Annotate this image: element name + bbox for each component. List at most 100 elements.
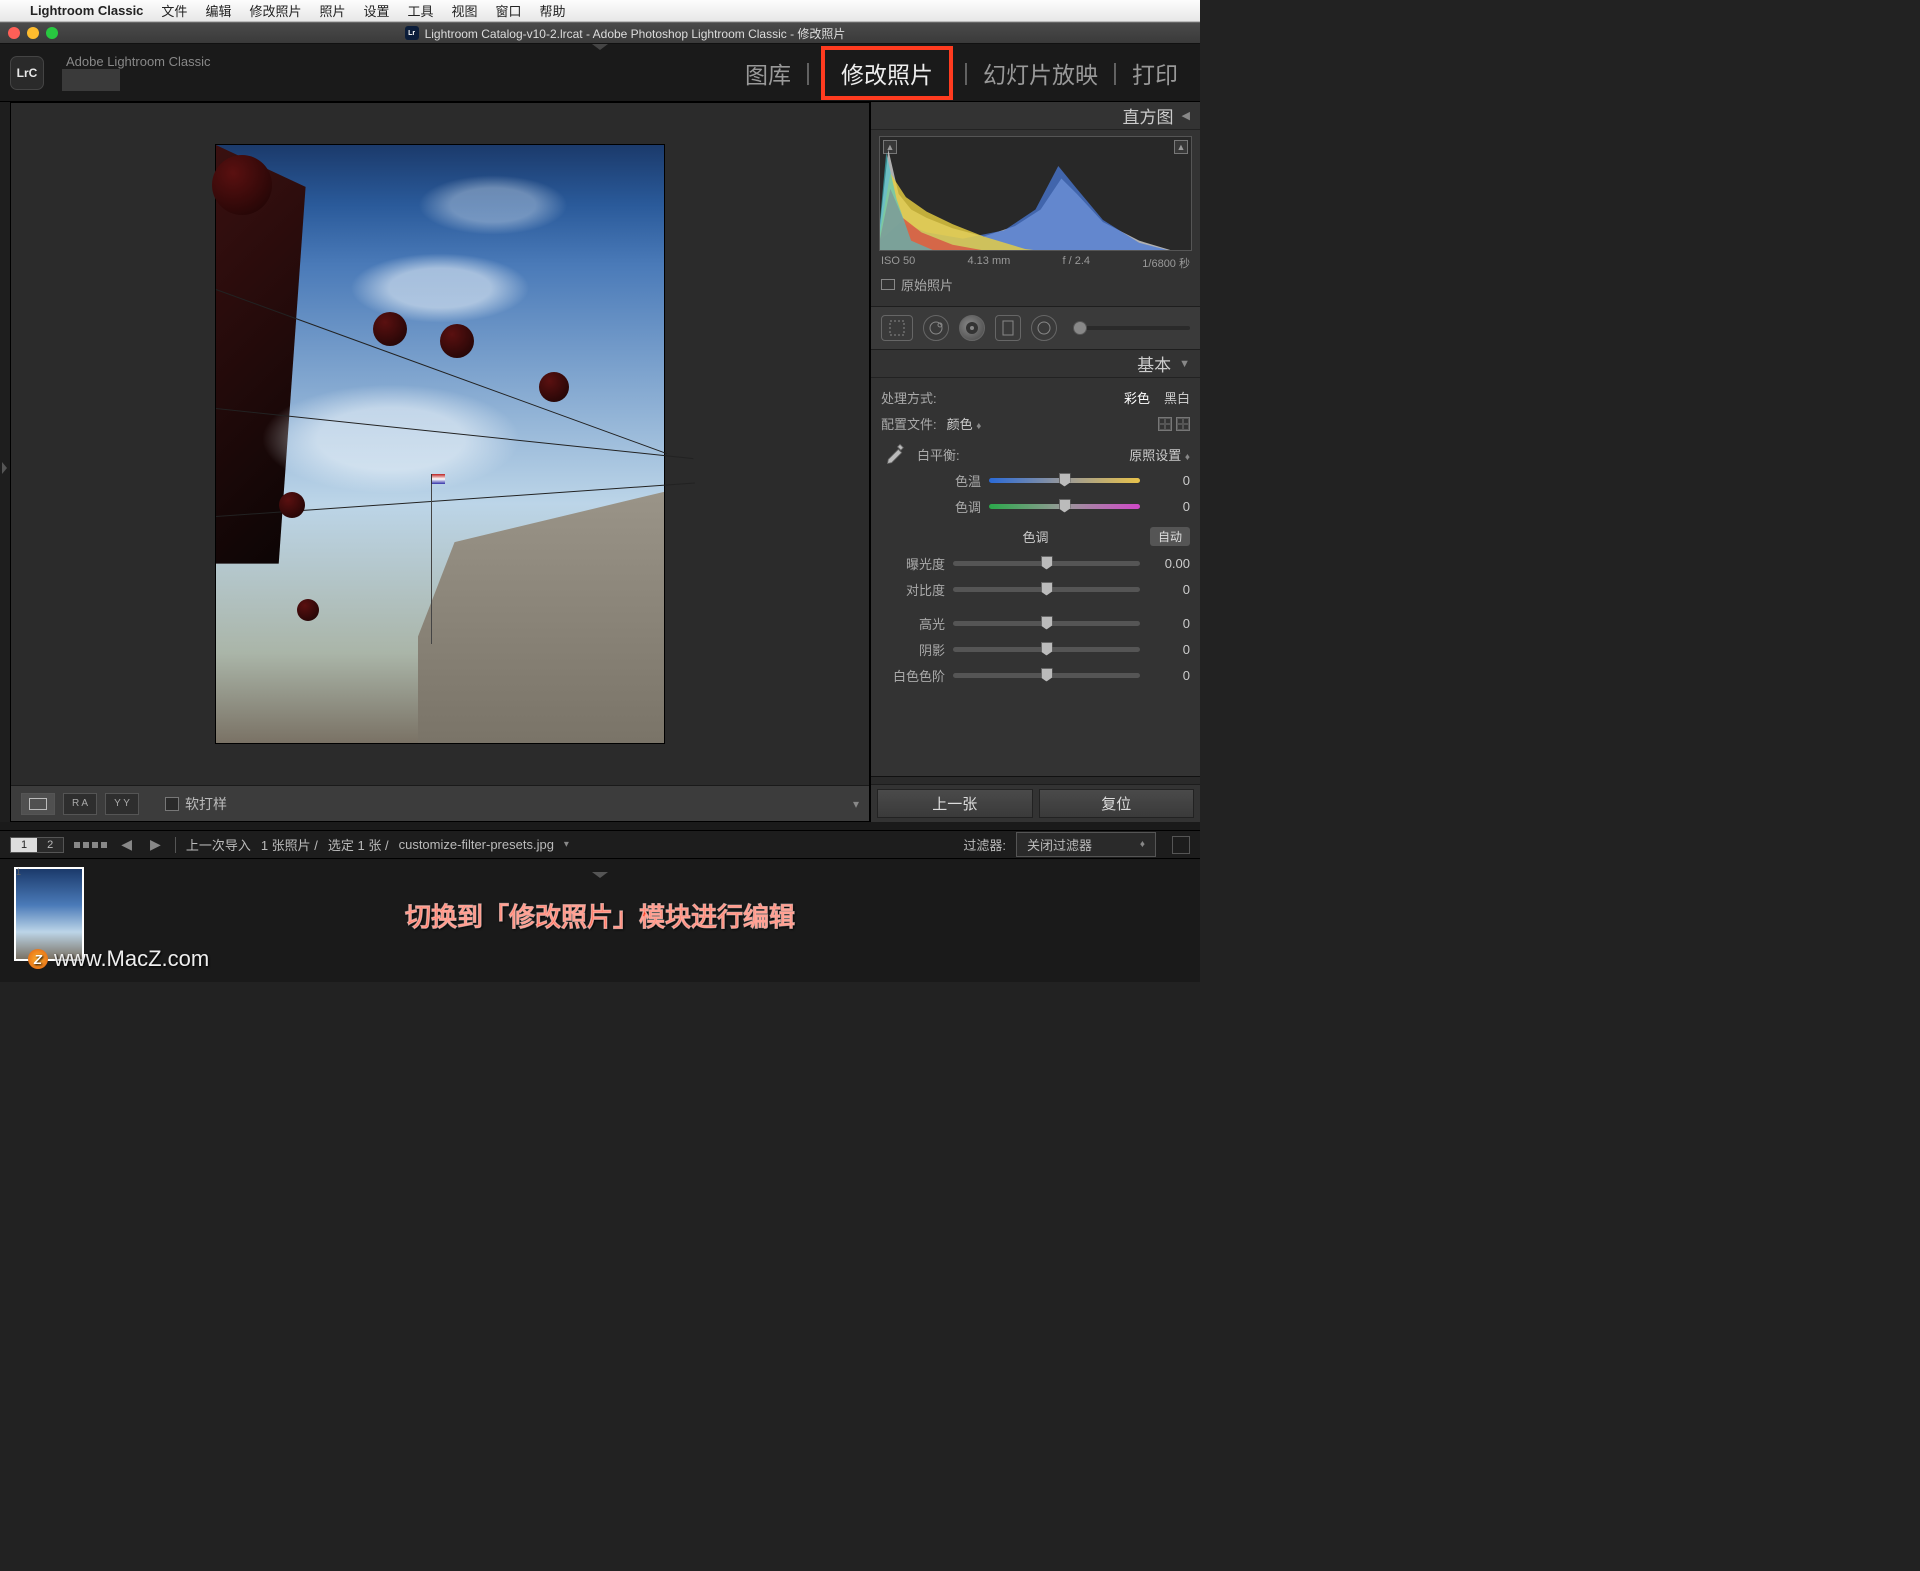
highlights-slider[interactable] xyxy=(953,621,1140,626)
temp-slider[interactable] xyxy=(989,478,1140,483)
nav-forward-icon[interactable]: ▶ xyxy=(146,836,165,853)
module-develop[interactable]: 修改照片 xyxy=(837,58,937,92)
gradient-tool-icon[interactable] xyxy=(995,315,1021,341)
collapse-filmstrip-icon[interactable] xyxy=(592,872,608,878)
count-label: 1 张照片 / xyxy=(261,835,318,854)
view-before-after-ra[interactable]: R A xyxy=(63,793,97,815)
shadows-label: 阴影 xyxy=(881,640,945,659)
filter-dropdown[interactable]: 关闭过滤器♦ xyxy=(1016,832,1156,857)
menu-file[interactable]: 文件 xyxy=(161,1,187,20)
identity-plate[interactable] xyxy=(62,69,120,91)
filter-lock-icon[interactable] xyxy=(1172,836,1190,854)
histogram-meta: ISO 50 4.13 mm f / 2.4 1/6800 秒 xyxy=(879,251,1192,273)
meta-shutter: 1/6800 秒 xyxy=(1142,255,1190,271)
module-library[interactable]: 图库 xyxy=(741,52,795,94)
spot-tool-icon[interactable] xyxy=(923,315,949,341)
close-icon[interactable] xyxy=(8,27,20,39)
expand-left-icon[interactable] xyxy=(2,462,7,474)
whites-label: 白色色阶 xyxy=(881,666,945,685)
photo-preview[interactable] xyxy=(215,144,665,744)
radial-tool-icon[interactable] xyxy=(1031,315,1057,341)
filmstrip-infobar: 1 2 ◀ ▶ 上一次导入 1 张照片 / 选定 1 张 / customize… xyxy=(0,830,1200,858)
app-window: Lr Lightroom Catalog-v10-2.lrcat - Adobe… xyxy=(0,22,1200,982)
main-area: R A Y Y 软打样 ▾ 直方图 ◀ ▲ ▲ xyxy=(0,102,1200,822)
app-name-label: Adobe Lightroom Classic xyxy=(66,54,211,69)
profile-grid-icon-2[interactable] xyxy=(1176,417,1190,431)
watermark-logo-icon: Z xyxy=(28,949,48,969)
softproof-toggle[interactable]: 软打样 xyxy=(165,794,227,814)
menu-tools[interactable]: 工具 xyxy=(408,1,434,20)
original-checkbox-icon[interactable] xyxy=(881,279,895,290)
menu-view[interactable]: 视图 xyxy=(452,1,478,20)
annotation-caption: 切换到「修改照片」模块进行编辑 xyxy=(405,897,795,934)
profile-grid-icon[interactable] xyxy=(1158,417,1172,431)
panel-collapse-icon[interactable]: ◀ xyxy=(1182,109,1190,122)
lrc-logo-icon: LrC xyxy=(10,56,44,90)
contrast-slider[interactable] xyxy=(953,587,1140,592)
menu-photo[interactable]: 照片 xyxy=(319,1,345,20)
checkbox-icon[interactable] xyxy=(165,797,179,811)
display-segment[interactable]: 1 2 xyxy=(10,837,64,853)
exposure-label: 曝光度 xyxy=(881,554,945,573)
view-loupe-button[interactable] xyxy=(21,793,55,815)
redeye-tool-icon[interactable] xyxy=(959,315,985,341)
right-panel: 直方图 ◀ ▲ ▲ ISO 50 4.13 mm xyxy=(870,102,1200,822)
module-develop-highlight: 修改照片 xyxy=(821,46,953,100)
nav-back-icon[interactable]: ◀ xyxy=(117,836,136,853)
basic-title: 基本 xyxy=(1137,351,1171,376)
wb-dropdown[interactable]: 原照设置 ♦ xyxy=(1129,445,1190,464)
menu-help[interactable]: 帮助 xyxy=(540,1,566,20)
watermark: Z www.MacZ.com xyxy=(28,946,209,972)
temp-value[interactable]: 0 xyxy=(1148,473,1190,488)
display-1[interactable]: 1 xyxy=(11,838,37,852)
previous-button[interactable]: 上一张 xyxy=(877,789,1033,818)
tint-value[interactable]: 0 xyxy=(1148,499,1190,514)
menu-settings[interactable]: 设置 xyxy=(363,1,389,20)
display-2[interactable]: 2 xyxy=(37,838,63,852)
exposure-slider[interactable] xyxy=(953,561,1140,566)
reset-button[interactable]: 复位 xyxy=(1039,789,1195,818)
whites-value[interactable]: 0 xyxy=(1148,668,1190,683)
shadows-value[interactable]: 0 xyxy=(1148,642,1190,657)
menu-develop[interactable]: 修改照片 xyxy=(249,1,301,20)
source-label[interactable]: 上一次导入 xyxy=(186,835,251,854)
module-slideshow[interactable]: 幻灯片放映 xyxy=(979,52,1102,94)
treatment-color[interactable]: 彩色 xyxy=(1124,388,1150,407)
tone-section-title: 色调 xyxy=(1022,527,1048,546)
view-before-after-yy[interactable]: Y Y xyxy=(105,793,139,815)
toolbar-menu-icon[interactable]: ▾ xyxy=(853,797,859,811)
whites-slider[interactable] xyxy=(953,673,1140,678)
tint-slider[interactable] xyxy=(989,504,1140,509)
window-title: Lightroom Catalog-v10-2.lrcat - Adobe Ph… xyxy=(425,25,846,42)
panel-collapse-icon[interactable]: ▼ xyxy=(1179,358,1190,370)
contrast-value[interactable]: 0 xyxy=(1148,582,1190,597)
basic-panel: 处理方式: 彩色 黑白 配置文件: 颜色 ♦ xyxy=(871,378,1200,776)
basic-panel-header[interactable]: 基本 ▼ xyxy=(871,350,1200,378)
shadows-slider[interactable] xyxy=(953,647,1140,652)
treatment-bw[interactable]: 黑白 xyxy=(1164,388,1190,407)
histogram-panel-header[interactable]: 直方图 ◀ xyxy=(871,102,1200,130)
minimize-icon[interactable] xyxy=(27,27,39,39)
selected-label: 选定 1 张 / xyxy=(328,835,389,854)
titlebar: Lr Lightroom Catalog-v10-2.lrcat - Adobe… xyxy=(0,22,1200,44)
left-panel-collapsed[interactable] xyxy=(0,102,10,822)
fullscreen-icon[interactable] xyxy=(46,27,58,39)
exposure-value[interactable]: 0.00 xyxy=(1148,556,1190,571)
original-photo-toggle[interactable]: 原始照片 xyxy=(879,273,1192,302)
module-header: LrC Adobe Lightroom Classic 图库 | 修改照片 | … xyxy=(0,44,1200,102)
menu-edit[interactable]: 编辑 xyxy=(205,1,231,20)
histogram-chart[interactable]: ▲ ▲ xyxy=(879,136,1192,251)
eyedropper-tool-icon[interactable] xyxy=(881,441,909,485)
collapse-top-icon[interactable] xyxy=(592,44,608,50)
menu-window[interactable]: 窗口 xyxy=(496,1,522,20)
mask-slider[interactable] xyxy=(1073,326,1190,330)
panel-scrollbar[interactable] xyxy=(871,776,1200,784)
profile-dropdown[interactable]: 颜色 ♦ xyxy=(947,414,982,433)
crop-tool-icon[interactable] xyxy=(881,315,913,341)
grid-view-icon[interactable] xyxy=(74,842,107,848)
path-dropdown-icon[interactable]: ▾ xyxy=(564,839,569,850)
module-print[interactable]: 打印 xyxy=(1128,52,1182,94)
highlights-value[interactable]: 0 xyxy=(1148,616,1190,631)
app-menu[interactable]: Lightroom Classic xyxy=(30,3,143,18)
auto-tone-button[interactable]: 自动 xyxy=(1150,527,1190,546)
